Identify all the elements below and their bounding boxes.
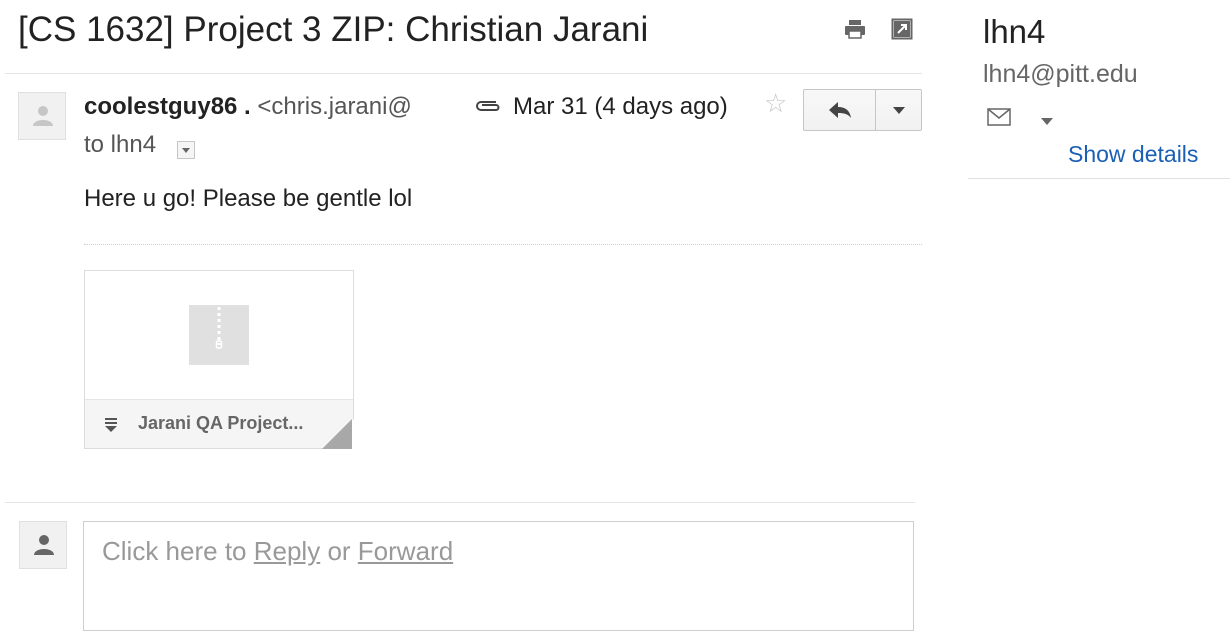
chevron-down-icon — [892, 106, 905, 114]
reply-prompt-middle: or — [320, 536, 358, 566]
contact-email: lhn4@pitt.edu — [983, 60, 1138, 88]
reply-divider — [5, 502, 915, 503]
sender-avatar — [18, 92, 66, 140]
sender-email: <chris.jarani@ — [257, 93, 412, 120]
header-divider — [5, 73, 922, 74]
star-icon[interactable]: ☆ — [764, 88, 787, 119]
email-body: Here u go! Please be gentle lol — [84, 185, 413, 212]
chevron-down-icon — [182, 148, 190, 153]
open-in-new-window-icon[interactable] — [891, 18, 913, 40]
recipient-line: to lhn4 — [84, 131, 157, 158]
download-icon[interactable] — [105, 418, 117, 437]
reply-button-group — [803, 89, 922, 131]
contact-name: lhn4 — [983, 13, 1046, 50]
sidebar-divider — [968, 178, 1230, 179]
attachment-card[interactable]: Jarani QA Project... — [84, 270, 354, 449]
more-options-button[interactable] — [876, 90, 921, 130]
email-date: Mar 31 (4 days ago) — [513, 93, 728, 120]
show-details-link[interactable]: Show details — [1068, 141, 1198, 168]
my-avatar — [19, 521, 67, 569]
page-fold-corner — [322, 419, 354, 449]
attachment-name: Jarani QA Project... — [138, 413, 304, 433]
reply-icon — [828, 102, 851, 118]
sender-name[interactable]: coolestguy86 . — [84, 93, 251, 120]
reply-prompt-prefix: Click here to — [102, 536, 254, 566]
reply-button[interactable] — [804, 90, 876, 130]
chevron-down-icon[interactable] — [1041, 112, 1053, 130]
sender-line: coolestguy86 . <chris.jarani@ — [84, 93, 434, 121]
paperclip-icon — [474, 96, 502, 119]
reply-box[interactable]: Click here to Reply or Forward — [83, 521, 914, 631]
person-icon — [33, 106, 53, 126]
envelope-icon[interactable] — [987, 108, 1011, 131]
reply-prompt: Click here to Reply or Forward — [102, 536, 453, 567]
recipient-details-toggle[interactable] — [177, 141, 195, 159]
attachment-divider — [84, 244, 922, 245]
email-subject: [CS 1632] Project 3 ZIP: Christian Jaran… — [18, 10, 649, 49]
attachment-info-bar: Jarani QA Project... — [85, 399, 353, 448]
print-icon[interactable] — [844, 18, 866, 40]
forward-link[interactable]: Forward — [358, 536, 453, 566]
reply-link[interactable]: Reply — [254, 536, 320, 566]
person-icon — [34, 535, 54, 555]
zip-file-icon — [189, 305, 249, 365]
